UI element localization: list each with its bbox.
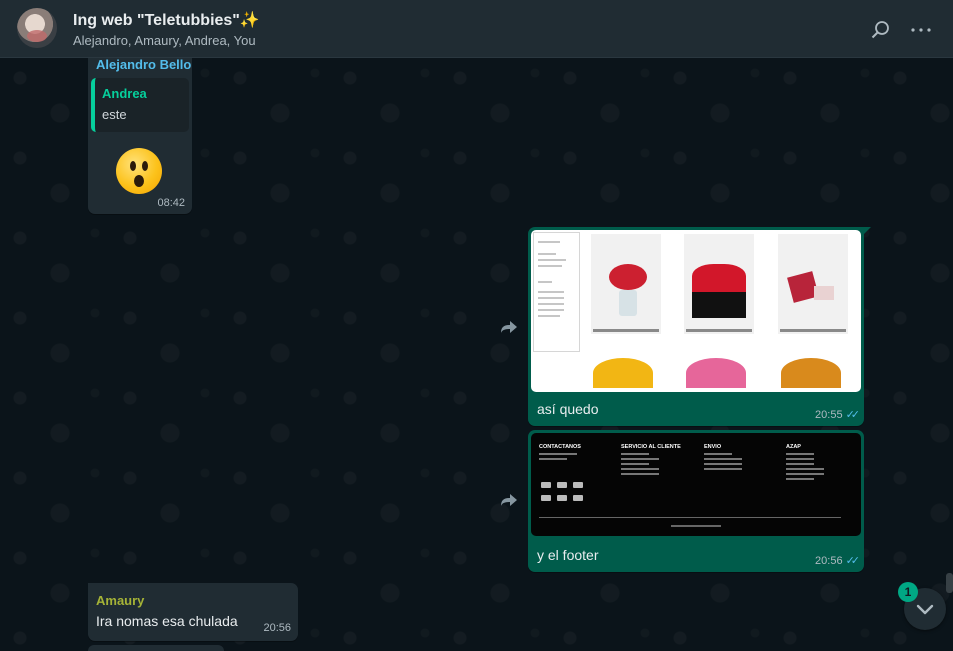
group-avatar[interactable]	[17, 8, 57, 48]
message-bubble[interactable]: Amaury Ira nomas esa chulada 20:56	[88, 583, 298, 641]
chat-title[interactable]: Ing web "Teletubbies"✨	[73, 10, 260, 30]
footer-heading: SERVICIO AL CLIENTE	[621, 444, 681, 450]
double-check-icon: ✓✓	[845, 409, 861, 421]
unread-count-badge: 1	[898, 582, 918, 602]
message-bubble[interactable]: CONTACTANOS SERVICIO AL CLIENTE ENVIO AZ…	[528, 430, 864, 572]
quoted-sender: Andrea	[102, 86, 147, 101]
image-attachment[interactable]	[531, 230, 861, 392]
footer-divider	[539, 517, 841, 518]
product-thumbnail	[593, 358, 653, 388]
double-check-icon: ✓✓	[845, 555, 861, 567]
footer-column: AZAP	[786, 444, 824, 480]
search-icon[interactable]	[870, 19, 892, 41]
chat-area[interactable]: Alejandro Bello Andrea este 08:42 así qu…	[0, 58, 953, 651]
footer-heading: AZAP	[786, 444, 801, 450]
message-sender[interactable]: Amaury	[96, 593, 144, 608]
scrollbar[interactable]	[946, 573, 953, 593]
footer-column: CONTACTANOS	[539, 444, 581, 460]
message-time-text: 20:55	[815, 409, 843, 421]
message-caption: y el footer	[537, 547, 599, 563]
message-time: 20:55 ✓✓	[815, 408, 861, 421]
quoted-text: este	[102, 107, 127, 122]
message-caption: así quedo	[537, 401, 599, 417]
message-time: 20:56	[263, 622, 291, 634]
menu-icon[interactable]	[910, 19, 932, 41]
screenshot-filter-panel	[533, 232, 580, 352]
message-time: 20:56 ✓✓	[815, 554, 861, 567]
image-attachment[interactable]: CONTACTANOS SERVICIO AL CLIENTE ENVIO AZ…	[531, 433, 861, 536]
message-time-text: 20:56	[815, 555, 843, 567]
product-thumbnail	[781, 358, 841, 388]
footer-heading: ENVIO	[704, 444, 722, 450]
footer-heading: CONTACTANOS	[539, 444, 581, 450]
message-bubble[interactable]: así quedo 20:55 ✓✓	[528, 227, 871, 426]
participants-list: Alejandro, Amaury, Andrea, You	[73, 33, 256, 48]
message-text: Ira nomas esa chulada	[96, 613, 238, 629]
message-bubble[interactable]	[88, 645, 224, 651]
astonished-emoji	[116, 148, 162, 194]
product-thumbnail	[684, 234, 754, 334]
product-thumbnail	[686, 358, 746, 388]
message-bubble[interactable]: Alejandro Bello Andrea este 08:42	[88, 58, 192, 214]
forward-icon[interactable]	[500, 320, 518, 334]
footer-column: SERVICIO AL CLIENTE	[621, 444, 681, 475]
footer-column: ENVIO	[704, 444, 742, 470]
quoted-message[interactable]: Andrea este	[91, 78, 189, 132]
product-thumbnail	[778, 234, 848, 334]
sparkles-emoji: ✨	[239, 12, 260, 29]
forward-icon[interactable]	[500, 493, 518, 507]
footer-copyright	[671, 525, 721, 527]
message-sender[interactable]: Alejandro Bello	[96, 58, 191, 72]
chat-title-text: Ing web "Teletubbies"	[73, 12, 240, 29]
chat-header[interactable]: Ing web "Teletubbies"✨ Alejandro, Amaury…	[0, 0, 953, 58]
message-time: 08:42	[157, 197, 185, 209]
product-thumbnail	[591, 234, 661, 334]
bubble-tail	[863, 227, 871, 235]
